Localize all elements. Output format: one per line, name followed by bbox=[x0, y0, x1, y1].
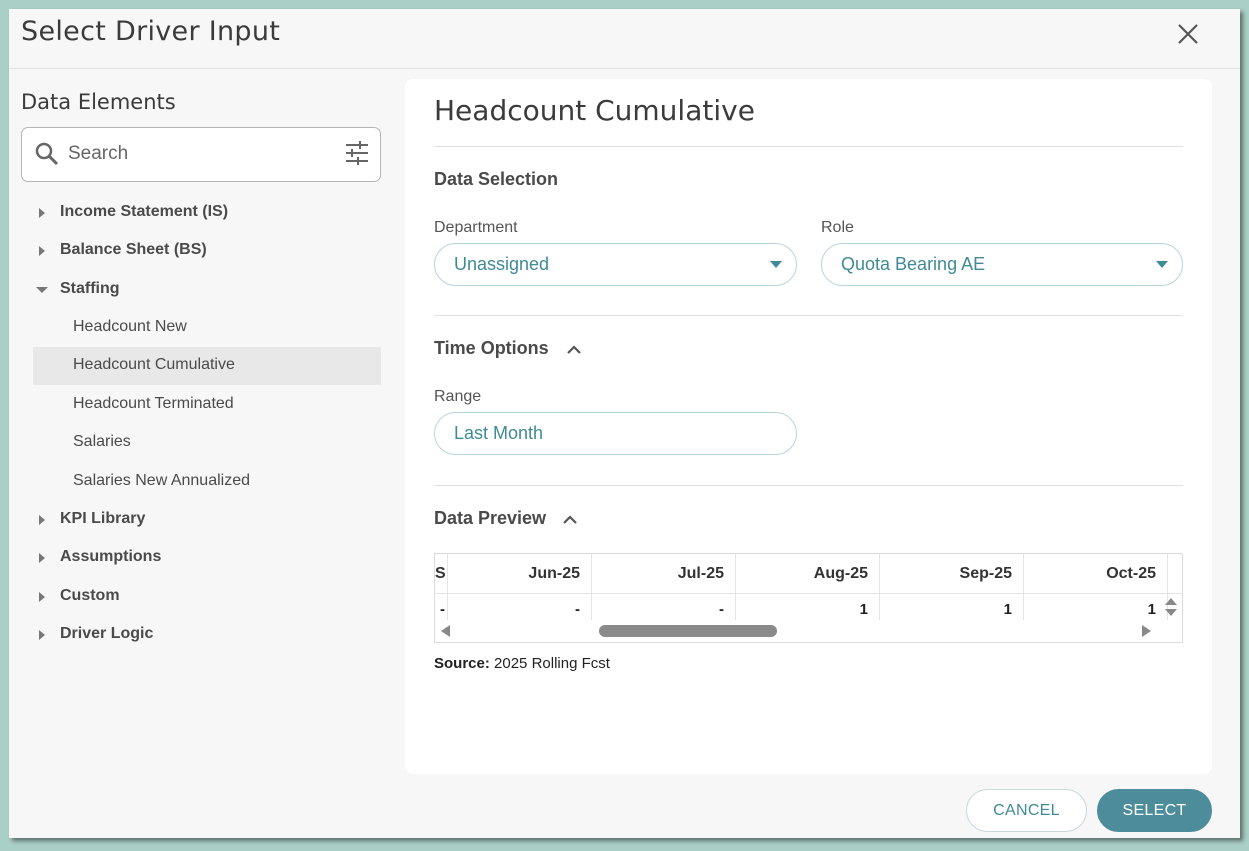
tree-item-label: Custom bbox=[60, 587, 120, 604]
divider bbox=[434, 315, 1183, 316]
department-select[interactable]: Unassigned bbox=[434, 243, 797, 286]
chevron-down-icon bbox=[770, 261, 782, 268]
tree-item-label: KPI Library bbox=[60, 510, 146, 527]
chevron-up-icon[interactable] bbox=[563, 339, 585, 361]
chevron-down-icon bbox=[1156, 261, 1168, 268]
grid-cell: - bbox=[592, 594, 736, 620]
range-select[interactable]: Last Month bbox=[434, 412, 797, 455]
tree-item-label: Headcount Terminated bbox=[73, 395, 234, 412]
caret-right-icon bbox=[39, 592, 45, 602]
tree-item-label: Salaries New Annualized bbox=[73, 472, 250, 489]
grid-cell: 1 bbox=[736, 594, 880, 620]
close-icon bbox=[1178, 24, 1198, 44]
divider bbox=[434, 485, 1183, 486]
tree-item-balance-sheet[interactable]: Balance Sheet (BS) bbox=[33, 232, 381, 270]
caret-right-icon bbox=[39, 553, 45, 563]
grid-header-cell: Aug-25 bbox=[736, 554, 880, 593]
horizontal-scrollbar[interactable] bbox=[435, 620, 1182, 642]
select-button[interactable]: SELECT bbox=[1097, 789, 1212, 832]
close-button[interactable] bbox=[1175, 21, 1201, 47]
search-box bbox=[21, 127, 381, 182]
grid-data-row: - - - 1 1 1 bbox=[435, 594, 1182, 620]
grid-cell: 1 bbox=[880, 594, 1024, 620]
tree-item-salaries[interactable]: Salaries bbox=[33, 424, 381, 462]
tree-item-label: Balance Sheet (BS) bbox=[60, 241, 207, 258]
dialog-header: Select Driver Input bbox=[9, 9, 1240, 69]
department-value: Unassigned bbox=[454, 254, 550, 274]
time-options-title: Time Options bbox=[434, 338, 549, 358]
cancel-button[interactable]: CANCEL bbox=[966, 789, 1087, 832]
filter-settings-icon[interactable] bbox=[344, 140, 370, 166]
data-preview-title: Data Preview bbox=[434, 508, 547, 528]
detail-card: Headcount Cumulative Data Selection Depa… bbox=[405, 79, 1212, 774]
department-label: Department bbox=[434, 219, 518, 236]
grid-cell: 1 bbox=[1024, 594, 1168, 620]
data-elements-title: Data Elements bbox=[21, 90, 176, 114]
source-line: Source: 2025 Rolling Fcst bbox=[434, 655, 610, 672]
source-label: Source: bbox=[434, 655, 490, 672]
tree-item-label: Staffing bbox=[60, 280, 120, 297]
scroll-right-arrow-icon[interactable] bbox=[1139, 624, 1153, 638]
caret-right-icon bbox=[39, 208, 45, 218]
grid-header-cell: Sep-25 bbox=[880, 554, 1024, 593]
vertical-scroll-arrows-icon[interactable] bbox=[1161, 594, 1181, 620]
grid-cell: - bbox=[448, 594, 592, 620]
grid-cell: - bbox=[435, 594, 448, 620]
data-preview-grid: S Jun-25 Jul-25 Aug-25 Sep-25 Oct-25 - -… bbox=[434, 553, 1183, 643]
grid-header-cell: Jun-25 bbox=[448, 554, 592, 593]
caret-right-icon bbox=[39, 246, 45, 256]
tree-item-income-statement[interactable]: Income Statement (IS) bbox=[33, 194, 381, 232]
detail-title: Headcount Cumulative bbox=[434, 94, 755, 127]
caret-right-icon bbox=[39, 630, 45, 640]
tree-item-salaries-new-annualized[interactable]: Salaries New Annualized bbox=[33, 463, 381, 501]
grid-header-cell: S bbox=[435, 554, 448, 593]
tree-item-label: Headcount New bbox=[73, 318, 187, 335]
tree-item-label: Assumptions bbox=[60, 548, 162, 565]
dialog-title: Select Driver Input bbox=[21, 16, 281, 47]
tree-item-headcount-cumulative[interactable]: Headcount Cumulative bbox=[33, 347, 381, 385]
tree-item-label: Headcount Cumulative bbox=[73, 356, 235, 373]
range-value: Last Month bbox=[454, 423, 544, 443]
grid-header-row: S Jun-25 Jul-25 Aug-25 Sep-25 Oct-25 bbox=[435, 554, 1182, 594]
grid-header-cell: Oct-25 bbox=[1024, 554, 1168, 593]
tree-item-assumptions[interactable]: Assumptions bbox=[33, 539, 381, 577]
role-label: Role bbox=[821, 219, 854, 236]
data-selection-title: Data Selection bbox=[434, 169, 559, 189]
tree-item-headcount-terminated[interactable]: Headcount Terminated bbox=[33, 386, 381, 424]
tree-item-staffing[interactable]: Staffing bbox=[33, 271, 381, 309]
range-label: Range bbox=[434, 388, 482, 405]
grid-header-cell: Jul-25 bbox=[592, 554, 736, 593]
tree-item-driver-logic[interactable]: Driver Logic bbox=[33, 616, 381, 654]
tree-item-headcount-new[interactable]: Headcount New bbox=[33, 309, 381, 347]
source-value: 2025 Rolling Fcst bbox=[494, 655, 610, 672]
caret-down-icon bbox=[36, 287, 48, 293]
tree-item-kpi-library[interactable]: KPI Library bbox=[33, 501, 381, 539]
search-input[interactable] bbox=[68, 138, 328, 170]
role-value: Quota Bearing AE bbox=[841, 254, 986, 274]
scroll-left-arrow-icon[interactable] bbox=[439, 624, 453, 638]
caret-right-icon bbox=[39, 515, 45, 525]
role-select[interactable]: Quota Bearing AE bbox=[821, 243, 1183, 286]
divider bbox=[434, 146, 1183, 147]
chevron-up-icon[interactable] bbox=[559, 509, 581, 531]
tree-item-label: Driver Logic bbox=[60, 625, 154, 642]
select-driver-input-dialog: Select Driver Input Data Elements Income… bbox=[9, 9, 1240, 838]
tree-item-label: Income Statement (IS) bbox=[60, 203, 229, 220]
tree-item-label: Salaries bbox=[73, 433, 131, 450]
tree-item-custom[interactable]: Custom bbox=[33, 578, 381, 616]
horizontal-scroll-thumb[interactable] bbox=[599, 625, 777, 637]
search-icon bbox=[35, 142, 59, 166]
